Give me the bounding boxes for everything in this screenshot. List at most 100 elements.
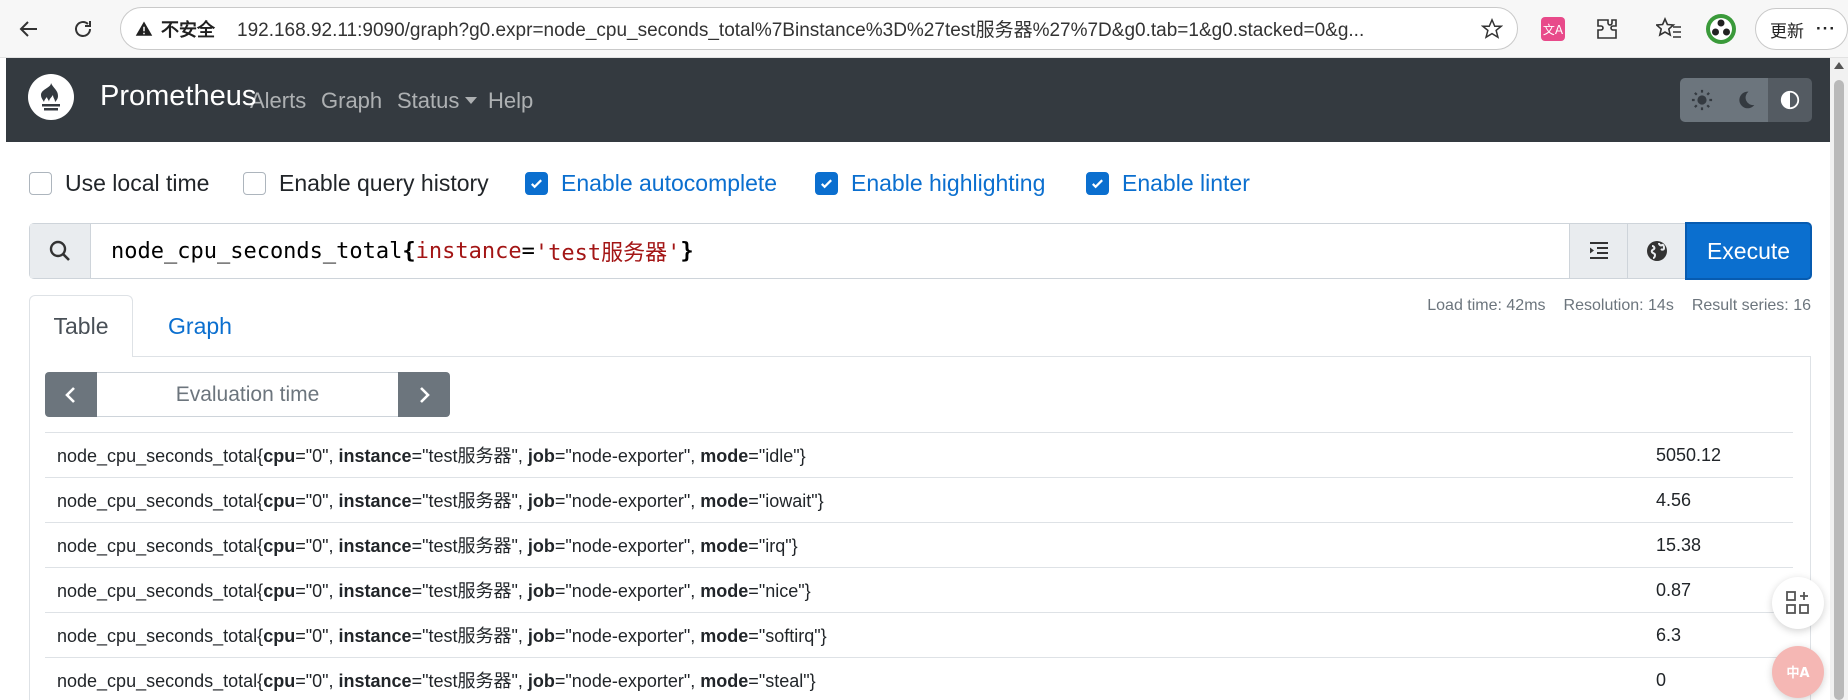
- puzzle-icon[interactable]: [1590, 12, 1624, 46]
- query-value-token: 'test服务器': [534, 241, 681, 266]
- search-icon: [30, 224, 91, 278]
- evaluation-time-control: Evaluation time: [45, 372, 450, 417]
- option-label: Enable linter: [1122, 170, 1250, 196]
- results-table: node_cpu_seconds_total{cpu="0", instance…: [45, 432, 1793, 700]
- nav-status-label: Status: [397, 88, 460, 113]
- series-labels[interactable]: node_cpu_seconds_total{cpu="0", instance…: [45, 442, 806, 468]
- scroll-up-arrow-icon[interactable]: [1834, 62, 1844, 69]
- series-labels[interactable]: node_cpu_seconds_total{cpu="0", instance…: [45, 622, 827, 648]
- table-row: node_cpu_seconds_total{cpu="0", instance…: [45, 477, 1793, 522]
- update-label: 更新: [1770, 21, 1804, 41]
- series-labels[interactable]: node_cpu_seconds_total{cpu="0", instance…: [45, 577, 811, 603]
- eval-time-forward-button[interactable]: [398, 372, 450, 417]
- reload-icon: [75, 21, 91, 37]
- brand-title[interactable]: Prometheus: [100, 80, 256, 113]
- half-circle-icon: [1780, 90, 1800, 110]
- series-labels[interactable]: node_cpu_seconds_total{cpu="0", instance…: [45, 667, 816, 693]
- theme-switcher: [1680, 78, 1812, 122]
- url-text[interactable]: 192.168.92.11:9090/graph?g0.expr=node_cp…: [237, 15, 1467, 42]
- eval-time-back-button[interactable]: [45, 372, 97, 417]
- update-button[interactable]: 更新 ···: [1755, 8, 1848, 50]
- nav-alerts[interactable]: Alerts: [250, 88, 306, 114]
- globe-icon: [1646, 241, 1667, 261]
- star-icon[interactable]: [1481, 18, 1503, 40]
- moon-icon: [1739, 91, 1755, 109]
- caret-down-icon: [465, 96, 478, 104]
- option-label: Use local time: [65, 170, 210, 196]
- prometheus-logo-icon[interactable]: [28, 74, 74, 120]
- checkbox-checked[interactable]: [1086, 172, 1109, 195]
- option-label: Enable highlighting: [851, 170, 1046, 196]
- translate-icon: 中A: [1786, 665, 1809, 681]
- table-row: node_cpu_seconds_total{cpu="0", instance…: [45, 522, 1793, 567]
- metrics-explorer-button[interactable]: [1627, 224, 1685, 278]
- series-value: 4.56: [1656, 489, 1692, 510]
- favorites-icon[interactable]: [1652, 12, 1686, 46]
- sun-icon: [1691, 89, 1713, 111]
- query-label-token: instance: [415, 238, 522, 264]
- auto-theme-button[interactable]: [1768, 78, 1812, 122]
- option-enable-highlighting[interactable]: Enable highlighting: [815, 170, 1045, 197]
- format-expression-button[interactable]: [1569, 224, 1627, 278]
- query-metric-token: node_cpu_seconds_total: [111, 238, 403, 264]
- query-bar: node_cpu_seconds_total{instance ='test服务器…: [29, 222, 1812, 280]
- checkbox[interactable]: [243, 172, 266, 195]
- tab-graph[interactable]: Graph: [150, 295, 250, 357]
- light-theme-button[interactable]: [1680, 78, 1724, 122]
- reload-button[interactable]: [64, 10, 102, 48]
- series-value: 15.38: [1656, 534, 1702, 555]
- security-indicator[interactable]: 不安全: [135, 16, 215, 42]
- scroll-thumb[interactable]: [1834, 80, 1844, 700]
- nav-graph[interactable]: Graph: [321, 88, 382, 114]
- checkbox-checked[interactable]: [525, 172, 548, 195]
- checkbox[interactable]: [29, 172, 52, 195]
- translate-float-button[interactable]: 中A: [1772, 646, 1824, 698]
- translate-extension-icon[interactable]: 文A: [1536, 12, 1570, 46]
- tab-table[interactable]: Table: [29, 295, 133, 357]
- option-enable-query-history[interactable]: Enable query history: [243, 170, 489, 197]
- table-row: node_cpu_seconds_total{cpu="0", instance…: [45, 567, 1793, 612]
- series-labels[interactable]: node_cpu_seconds_total{cpu="0", instance…: [45, 487, 824, 513]
- series-labels[interactable]: node_cpu_seconds_total{cpu="0", instance…: [45, 532, 798, 558]
- dark-theme-button[interactable]: [1724, 78, 1768, 122]
- load-time: Load time: 42ms: [1427, 297, 1546, 314]
- series-value: 6.3: [1656, 624, 1682, 645]
- more-menu-icon[interactable]: ···: [1816, 19, 1836, 39]
- option-label: Enable autocomplete: [561, 170, 778, 196]
- expression-input[interactable]: node_cpu_seconds_total{instance ='test服务器…: [91, 224, 1569, 278]
- query-open-brace: {: [402, 238, 416, 264]
- app-navbar: Prometheus Alerts Graph Status Help: [6, 58, 1830, 142]
- svg-text:中A: 中A: [1786, 665, 1809, 681]
- apps-grid-button[interactable]: [1772, 577, 1824, 629]
- profile-avatar-icon[interactable]: [1704, 12, 1738, 46]
- result-series: Result series: 16: [1691, 297, 1811, 314]
- checkmark-icon: [821, 179, 832, 189]
- page-scrollbar[interactable]: [1830, 58, 1848, 700]
- evaluation-time-input[interactable]: Evaluation time: [97, 372, 398, 417]
- query-operator-token: =: [521, 238, 535, 264]
- nav-status-dropdown[interactable]: Status: [397, 88, 478, 114]
- series-value: 0: [1656, 669, 1667, 690]
- arrow-left-icon: [19, 21, 37, 37]
- option-label: Enable query history: [279, 170, 489, 196]
- nav-help[interactable]: Help: [488, 88, 533, 114]
- checkbox-checked[interactable]: [815, 172, 838, 195]
- resolution: Resolution: 14s: [1563, 297, 1674, 314]
- table-row: node_cpu_seconds_total{cpu="0", instance…: [45, 612, 1793, 657]
- back-button[interactable]: [10, 10, 48, 48]
- address-bar[interactable]: 不安全 192.168.92.11:9090/graph?g0.expr=nod…: [120, 7, 1518, 50]
- warning-icon: [135, 21, 153, 36]
- execute-button[interactable]: Execute: [1685, 222, 1812, 280]
- security-label: 不安全: [161, 19, 215, 40]
- chevron-right-icon: [420, 386, 430, 403]
- query-stats: Load time: 42ms Resolution: 14s Result s…: [1427, 297, 1811, 315]
- table-row: node_cpu_seconds_total{cpu="0", instance…: [45, 432, 1793, 477]
- option-enable-linter[interactable]: Enable linter: [1086, 170, 1250, 197]
- series-value: 0.87: [1656, 579, 1692, 600]
- query-close-brace: }: [680, 238, 694, 264]
- series-value: 5050.12: [1656, 444, 1722, 465]
- grid-add-icon: [1786, 591, 1809, 614]
- option-enable-autocomplete[interactable]: Enable autocomplete: [525, 170, 777, 197]
- svg-text:文A: 文A: [1543, 22, 1564, 37]
- option-use-local-time[interactable]: Use local time: [29, 170, 209, 197]
